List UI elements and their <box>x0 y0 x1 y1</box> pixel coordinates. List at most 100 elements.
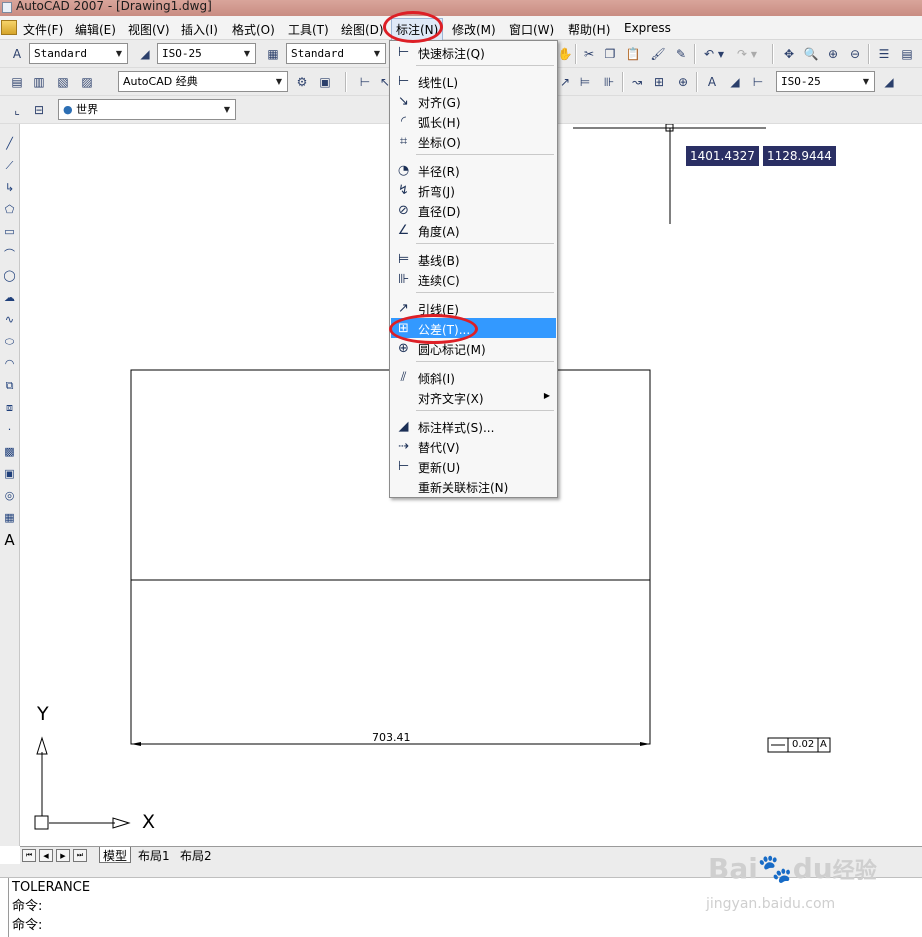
menu-express[interactable]: Express <box>624 21 671 35</box>
dim-style-manager-icon[interactable]: ◢ <box>880 73 898 91</box>
tab-layout2[interactable]: 布局2 <box>177 847 215 863</box>
dim-text-edit-icon[interactable]: ◢ <box>726 73 744 91</box>
ucs-manager-icon[interactable]: ⊟ <box>30 101 48 119</box>
menu-item-align-text[interactable]: 对齐文字(X) ▶ <box>391 387 556 407</box>
menu-item-baseline[interactable]: ⊨ 基线(B) <box>391 249 556 269</box>
line-icon[interactable]: ╱ <box>1 135 18 152</box>
dim-continue-toolbar-icon[interactable]: ⊪ <box>600 73 618 91</box>
menu-format[interactable]: 格式(O) <box>232 21 275 38</box>
text-style-combo[interactable]: Standard ▼ <box>29 43 128 64</box>
menu-item-jogged[interactable]: ↯ 折弯(J) <box>391 180 556 200</box>
command-prompt[interactable]: 命令: <box>12 916 922 935</box>
autocad-app-icon[interactable] <box>2 2 12 13</box>
menu-item-dim-style[interactable]: ◢ 标注样式(S)... <box>391 416 556 436</box>
dim-linear-toolbar-icon[interactable]: ⊢ <box>356 73 374 91</box>
design-center-icon[interactable]: ▤ <box>898 45 916 63</box>
menu-tools[interactable]: 工具(T) <box>288 21 329 38</box>
menu-dimension[interactable]: 标注(N) <box>391 18 444 41</box>
region-icon[interactable]: ◎ <box>1 487 18 504</box>
construction-line-icon[interactable]: ⟋ <box>1 157 18 174</box>
menu-item-oblique[interactable]: ⫽ 倾斜(I) <box>391 367 556 387</box>
cut-icon[interactable]: ✂ <box>580 45 598 63</box>
menu-item-center-mark[interactable]: ⊕ 圆心标记(M) <box>391 338 556 358</box>
last-tab-icon[interactable]: ⏭ <box>73 849 87 862</box>
chevron-down-icon[interactable]: ▼ <box>221 100 233 119</box>
menu-draw[interactable]: 绘图(D) <box>341 21 384 38</box>
polygon-icon[interactable]: ⬠ <box>1 201 18 218</box>
menu-item-diameter[interactable]: ⊘ 直径(D) <box>391 200 556 220</box>
zoom-window-icon[interactable]: ⊕ <box>824 45 842 63</box>
spline-icon[interactable]: ∿ <box>1 311 18 328</box>
menu-window[interactable]: 窗口(W) <box>509 21 554 38</box>
menu-item-aligned[interactable]: ↘ 对齐(G) <box>391 91 556 111</box>
menu-item-quick-dimension[interactable]: ⊢ 快速标注(Q) <box>391 42 556 62</box>
pan-icon[interactable]: ✋ <box>556 45 574 63</box>
dim-style-icon[interactable]: ◢ <box>136 45 154 63</box>
next-tab-icon[interactable]: ▶ <box>56 849 70 862</box>
multiline-text-icon[interactable]: A <box>1 531 18 549</box>
copy-icon[interactable]: ❐ <box>601 45 619 63</box>
tab-layout1[interactable]: 布局1 <box>135 847 173 863</box>
dim-tolerance-toolbar-icon[interactable]: ⊞ <box>650 73 668 91</box>
workspace-save-icon[interactable]: ▣ <box>316 73 334 91</box>
ucs-combo[interactable]: ● 世界 ▼ <box>58 99 236 120</box>
ellipse-arc-icon[interactable]: ◠ <box>1 355 18 372</box>
menu-modify[interactable]: 修改(M) <box>452 21 496 38</box>
first-tab-icon[interactable]: ⏮ <box>22 849 36 862</box>
chevron-down-icon[interactable]: ▼ <box>241 44 253 63</box>
chevron-down-icon[interactable]: ▼ <box>273 72 285 91</box>
revision-cloud-icon[interactable]: ☁ <box>1 289 18 306</box>
block-editor-icon[interactable]: ✎ <box>672 45 690 63</box>
circle-icon[interactable]: ◯ <box>1 267 18 284</box>
properties-icon[interactable]: ☰ <box>875 45 893 63</box>
coordinate-y-readout[interactable]: 1128.9444 <box>763 146 836 166</box>
menu-item-continue[interactable]: ⊪ 连续(C) <box>391 269 556 289</box>
dim-leader-toolbar-icon[interactable]: ↗ <box>556 73 574 91</box>
layer-save-icon[interactable]: ▨ <box>78 73 96 91</box>
layer-previous-icon[interactable]: ▧ <box>54 73 72 91</box>
menu-edit[interactable]: 编辑(E) <box>75 21 116 38</box>
menu-item-update[interactable]: ⊢ 更新(U) <box>391 456 556 476</box>
document-folder-icon[interactable] <box>1 20 17 35</box>
arc-icon[interactable]: ⌒ <box>1 245 18 262</box>
menu-help[interactable]: 帮助(H) <box>568 21 610 38</box>
menu-item-arc-length[interactable]: ◜ 弧长(H) <box>391 111 556 131</box>
menu-item-linear[interactable]: ⊢ 线性(L) <box>391 71 556 91</box>
dim-quick-leader-icon[interactable]: ↝ <box>628 73 646 91</box>
table-icon[interactable]: ▦ <box>1 509 18 526</box>
menu-item-ordinate[interactable]: ⌗ 坐标(O) <box>391 131 556 151</box>
prev-tab-icon[interactable]: ◀ <box>39 849 53 862</box>
chevron-down-icon[interactable]: ▼ <box>860 72 872 91</box>
chevron-down-icon[interactable]: ▼ <box>371 44 383 63</box>
menu-view[interactable]: 视图(V) <box>128 21 170 38</box>
rectangle-icon[interactable]: ▭ <box>1 223 18 240</box>
undo-dropdown-icon[interactable]: ▼ <box>716 45 726 63</box>
menu-item-reassociate[interactable]: 重新关联标注(N) <box>391 476 556 496</box>
insert-block-icon[interactable]: ⧉ <box>1 377 18 394</box>
ellipse-icon[interactable]: ⬭ <box>1 333 18 350</box>
table-style-icon[interactable]: ▦ <box>264 45 282 63</box>
dim-center-mark-icon[interactable]: ⊕ <box>674 73 692 91</box>
paste-icon[interactable]: 📋 <box>624 45 642 63</box>
dim-update-icon[interactable]: ⊢ <box>749 73 767 91</box>
menu-item-radius[interactable]: ◔ 半径(R) <box>391 160 556 180</box>
menu-insert[interactable]: 插入(I) <box>181 21 218 38</box>
menu-file[interactable]: 文件(F) <box>23 21 63 38</box>
point-icon[interactable]: · <box>1 421 18 438</box>
dim-baseline-toolbar-icon[interactable]: ⊨ <box>576 73 594 91</box>
text-style-icon[interactable]: A <box>8 45 26 63</box>
ucs-icon[interactable]: ⌞ <box>8 101 26 119</box>
workspace-combo[interactable]: AutoCAD 经典 ▼ <box>118 71 288 92</box>
pan-realtime-icon[interactable]: ✥ <box>780 45 798 63</box>
layer-manager-icon[interactable]: ▤ <box>8 73 26 91</box>
layer-state-icon[interactable]: ▥ <box>30 73 48 91</box>
zoom-previous-icon[interactable]: ⊖ <box>846 45 864 63</box>
make-block-icon[interactable]: ⧈ <box>1 399 18 416</box>
menu-item-angular[interactable]: ∠ 角度(A) <box>391 220 556 240</box>
zoom-realtime-icon[interactable]: 🔍 <box>802 45 820 63</box>
coordinate-x-readout[interactable]: 1401.4327 <box>686 146 759 166</box>
chevron-down-icon[interactable]: ▼ <box>113 44 125 63</box>
menu-item-leader[interactable]: ↗ 引线(E) <box>391 298 556 318</box>
dim-edit-icon[interactable]: A <box>703 73 721 91</box>
gradient-icon[interactable]: ▣ <box>1 465 18 482</box>
